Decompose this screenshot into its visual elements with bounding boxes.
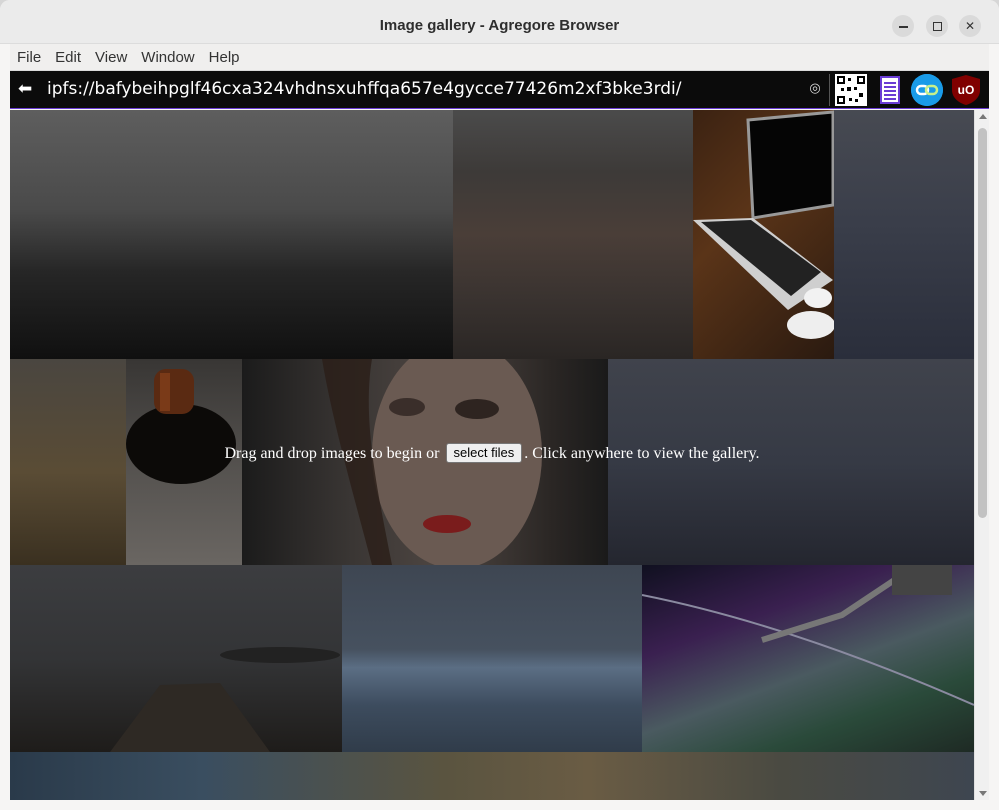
space-illustration	[642, 565, 974, 706]
menu-window[interactable]: Window	[141, 49, 194, 66]
select-files-button[interactable]: select files	[445, 442, 523, 463]
menu-edit[interactable]: Edit	[55, 49, 81, 66]
back-arrow-icon: ⬅	[18, 79, 33, 99]
gallery-image-skyscrapers[interactable]	[453, 110, 693, 359]
svg-text:uO: uO	[958, 83, 975, 97]
qr-code-icon	[837, 76, 865, 104]
gallery-image-pier[interactable]	[10, 565, 342, 752]
laptop-illustration	[693, 110, 834, 339]
link-icon	[911, 74, 943, 106]
gallery-image-city-aerial[interactable]	[10, 110, 453, 359]
vertical-scrollbar[interactable]	[974, 110, 989, 800]
close-icon: ✕	[964, 19, 976, 33]
scroll-up-arrow-icon[interactable]	[979, 114, 987, 119]
back-button[interactable]: ⬅	[18, 79, 38, 99]
qr-code-button[interactable]	[835, 74, 867, 106]
ublock-button[interactable]: uO	[950, 74, 982, 106]
gallery-image-coastline[interactable]	[10, 752, 974, 800]
toolbar-divider	[829, 74, 830, 106]
gallery-image-ocean[interactable]	[834, 110, 974, 359]
instructions-text-before: Drag and drop images to begin or	[224, 445, 440, 462]
pier-illustration	[110, 647, 340, 752]
gallery-area[interactable]: Drag and drop images to begin or select …	[10, 110, 974, 800]
minimize-icon	[898, 26, 908, 28]
url-input[interactable]: ipfs://bafybeihpglf46cxa324vhdnsxuhffqa6…	[47, 79, 682, 99]
document-button[interactable]	[874, 74, 906, 106]
window-title: Image gallery - Agregore Browser	[379, 17, 620, 34]
maximize-icon	[932, 21, 942, 31]
minimize-button[interactable]	[892, 15, 914, 37]
scroll-down-arrow-icon[interactable]	[979, 791, 987, 796]
scrollbar-thumb[interactable]	[978, 128, 987, 518]
link-extension-button[interactable]	[911, 74, 943, 106]
gallery-image-mountain-lake[interactable]	[342, 565, 642, 752]
menu-file[interactable]: File	[17, 49, 41, 66]
close-button[interactable]: ✕	[959, 15, 981, 37]
ublock-origin-icon: uO	[952, 75, 980, 105]
menu-help[interactable]: Help	[209, 49, 240, 66]
gallery-image-laptop[interactable]	[693, 110, 834, 359]
address-bar: ⬅ ipfs://bafybeihpglf46cxa324vhdnsxuhffq…	[10, 71, 989, 109]
title-bar: Image gallery - Agregore Browser ✕	[0, 0, 999, 44]
target-icon[interactable]: ◎	[807, 81, 823, 97]
browser-window: Image gallery - Agregore Browser ✕ File …	[0, 0, 999, 810]
instructions-text-after: . Click anywhere to view the gallery.	[524, 445, 760, 462]
menu-bar: File Edit View Window Help	[10, 44, 989, 71]
gallery-image-space-station[interactable]	[642, 565, 974, 752]
maximize-button[interactable]	[926, 15, 948, 37]
menu-view[interactable]: View	[95, 49, 127, 66]
gallery-instructions: Drag and drop images to begin or select …	[10, 442, 974, 463]
document-icon	[880, 76, 900, 104]
